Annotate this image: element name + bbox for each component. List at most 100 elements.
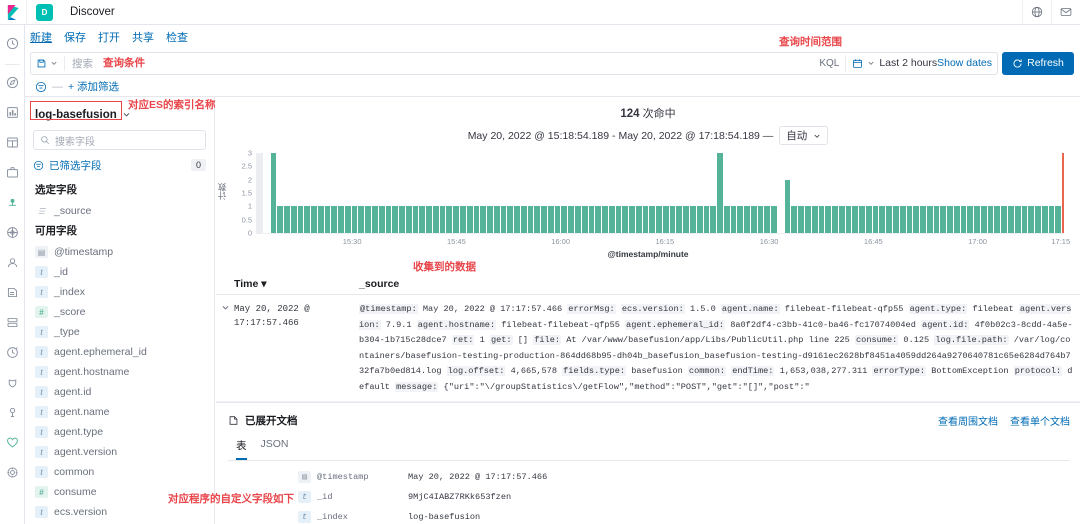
chart-bar[interactable] <box>987 206 994 233</box>
sidebar-field-index[interactable]: t _index <box>33 282 206 302</box>
chart-bar[interactable] <box>690 206 696 233</box>
chart-bar[interactable] <box>811 206 818 233</box>
chart-bar[interactable] <box>899 206 906 233</box>
kibana-logo[interactable] <box>0 0 27 24</box>
chart-bar[interactable] <box>277 206 284 233</box>
chart-bar[interactable] <box>1014 206 1021 233</box>
chart-bar[interactable] <box>432 206 439 233</box>
chart-bar[interactable] <box>649 206 656 233</box>
chart-bar[interactable] <box>480 206 487 233</box>
chart-bar[interactable] <box>439 206 446 233</box>
chart-bar[interactable] <box>669 206 676 233</box>
index-pattern-selector[interactable]: log-basefusion <box>35 105 206 124</box>
chart-bar[interactable] <box>852 206 859 233</box>
discover-icon[interactable] <box>3 73 22 92</box>
chart-bar[interactable] <box>960 206 967 233</box>
chart-bar[interactable] <box>331 206 338 233</box>
dev-tools-icon[interactable] <box>3 403 22 422</box>
chart-bar[interactable] <box>372 206 378 233</box>
chart-bar[interactable] <box>385 206 392 233</box>
add-filter-button[interactable]: + 添加筛选 <box>68 79 119 94</box>
chart-bar[interactable] <box>994 206 1001 233</box>
chart-bar[interactable] <box>304 206 311 233</box>
chart-bar[interactable] <box>588 206 595 233</box>
chart-bar[interactable] <box>311 206 317 233</box>
visualize-icon[interactable] <box>3 103 22 122</box>
interval-selector[interactable]: 自动 <box>779 126 829 145</box>
chart-bar[interactable] <box>365 206 372 233</box>
monitoring-icon[interactable] <box>3 433 22 452</box>
chart-bar[interactable] <box>723 206 730 233</box>
chart-bar[interactable] <box>487 206 493 233</box>
chart-bar[interactable] <box>358 206 365 233</box>
chart-bar[interactable] <box>629 206 635 233</box>
chart-bar[interactable] <box>920 206 926 233</box>
saved-query-menu-button[interactable] <box>36 55 65 71</box>
chart-bar[interactable] <box>493 206 500 233</box>
chart-bar[interactable] <box>284 206 290 233</box>
chart-bar[interactable] <box>933 206 940 233</box>
chart-bar[interactable] <box>886 206 892 233</box>
chart-bar[interactable] <box>1028 206 1035 233</box>
uptime-icon[interactable] <box>3 343 22 362</box>
recently-viewed-icon[interactable] <box>3 34 22 53</box>
chart-bar[interactable] <box>784 179 791 233</box>
management-gear-icon[interactable] <box>3 463 22 482</box>
sidebar-field-agent-ephemeral-id[interactable]: t agent.ephemeral_id <box>33 342 206 362</box>
tab-table[interactable]: 表 <box>236 438 247 460</box>
chart-bar[interactable] <box>757 206 764 233</box>
chart-bar[interactable] <box>838 206 845 233</box>
sidebar-field-type[interactable]: t _type <box>33 322 206 342</box>
canvas-icon[interactable] <box>3 163 22 182</box>
chart-bar[interactable] <box>1001 206 1007 233</box>
sidebar-field-timestamp[interactable]: ▤ @timestamp <box>33 242 206 262</box>
chart-bar[interactable] <box>466 206 473 233</box>
view-surrounding-documents-link[interactable]: 查看周围文档 <box>938 413 998 428</box>
chart-bar[interactable] <box>547 206 554 233</box>
sidebar-field-ecs-version[interactable]: t ecs.version <box>33 502 206 522</box>
expand-row-caret-icon[interactable] <box>221 302 234 395</box>
chart-bar[interactable] <box>581 206 588 233</box>
chart-bar[interactable] <box>953 206 960 233</box>
chart-bar[interactable] <box>574 206 581 233</box>
chart-bar[interactable] <box>696 206 703 233</box>
chart-bar[interactable] <box>412 206 419 233</box>
chart-bar[interactable] <box>892 206 899 233</box>
date-range-value[interactable]: Last 2 hours <box>879 57 937 69</box>
chart-plot-area[interactable] <box>256 153 1064 233</box>
chart-bar[interactable] <box>257 153 263 233</box>
chart-bar[interactable] <box>473 206 480 233</box>
maps-icon[interactable] <box>3 193 22 212</box>
chart-bar[interactable] <box>1007 206 1014 233</box>
mail-icon[interactable] <box>1051 0 1080 24</box>
chart-bar[interactable] <box>399 206 405 233</box>
chart-bar[interactable] <box>865 206 872 233</box>
chart-bar[interactable] <box>1055 206 1062 233</box>
sidebar-field-source[interactable]: ☰ _source <box>33 201 206 221</box>
refresh-button[interactable]: Refresh <box>1002 51 1074 75</box>
menu-save[interactable]: 保存 <box>64 29 86 45</box>
chart-bar[interactable] <box>534 206 541 233</box>
sidebar-field-score[interactable]: # _score <box>33 302 206 322</box>
apm-icon[interactable] <box>3 313 22 332</box>
dashboard-icon[interactable] <box>3 133 22 152</box>
tab-json[interactable]: JSON <box>261 438 289 460</box>
chart-bar[interactable] <box>818 206 825 233</box>
chart-bar[interactable] <box>906 206 913 233</box>
chart-bar[interactable] <box>974 206 980 233</box>
chart-bar[interactable] <box>676 206 683 233</box>
chart-bar[interactable] <box>392 206 399 233</box>
chart-bar[interactable] <box>351 206 358 233</box>
chart-bar[interactable] <box>710 206 717 233</box>
sidebar-field-agent-name[interactable]: t agent.name <box>33 402 206 422</box>
globe-icon[interactable] <box>1022 0 1051 24</box>
menu-inspect[interactable]: 检查 <box>166 29 188 45</box>
chart-bar[interactable] <box>859 206 865 233</box>
chart-bar[interactable] <box>615 206 622 233</box>
chart-bar[interactable] <box>703 206 710 233</box>
list-item[interactable]: t _id 9MjC4IABZ7RKk653fzen <box>228 487 1070 507</box>
chart-bar[interactable] <box>737 206 744 233</box>
chart-bar[interactable] <box>832 206 838 233</box>
sidebar-field-agent-id[interactable]: t agent.id <box>33 382 206 402</box>
chart-bar[interactable] <box>514 206 520 233</box>
